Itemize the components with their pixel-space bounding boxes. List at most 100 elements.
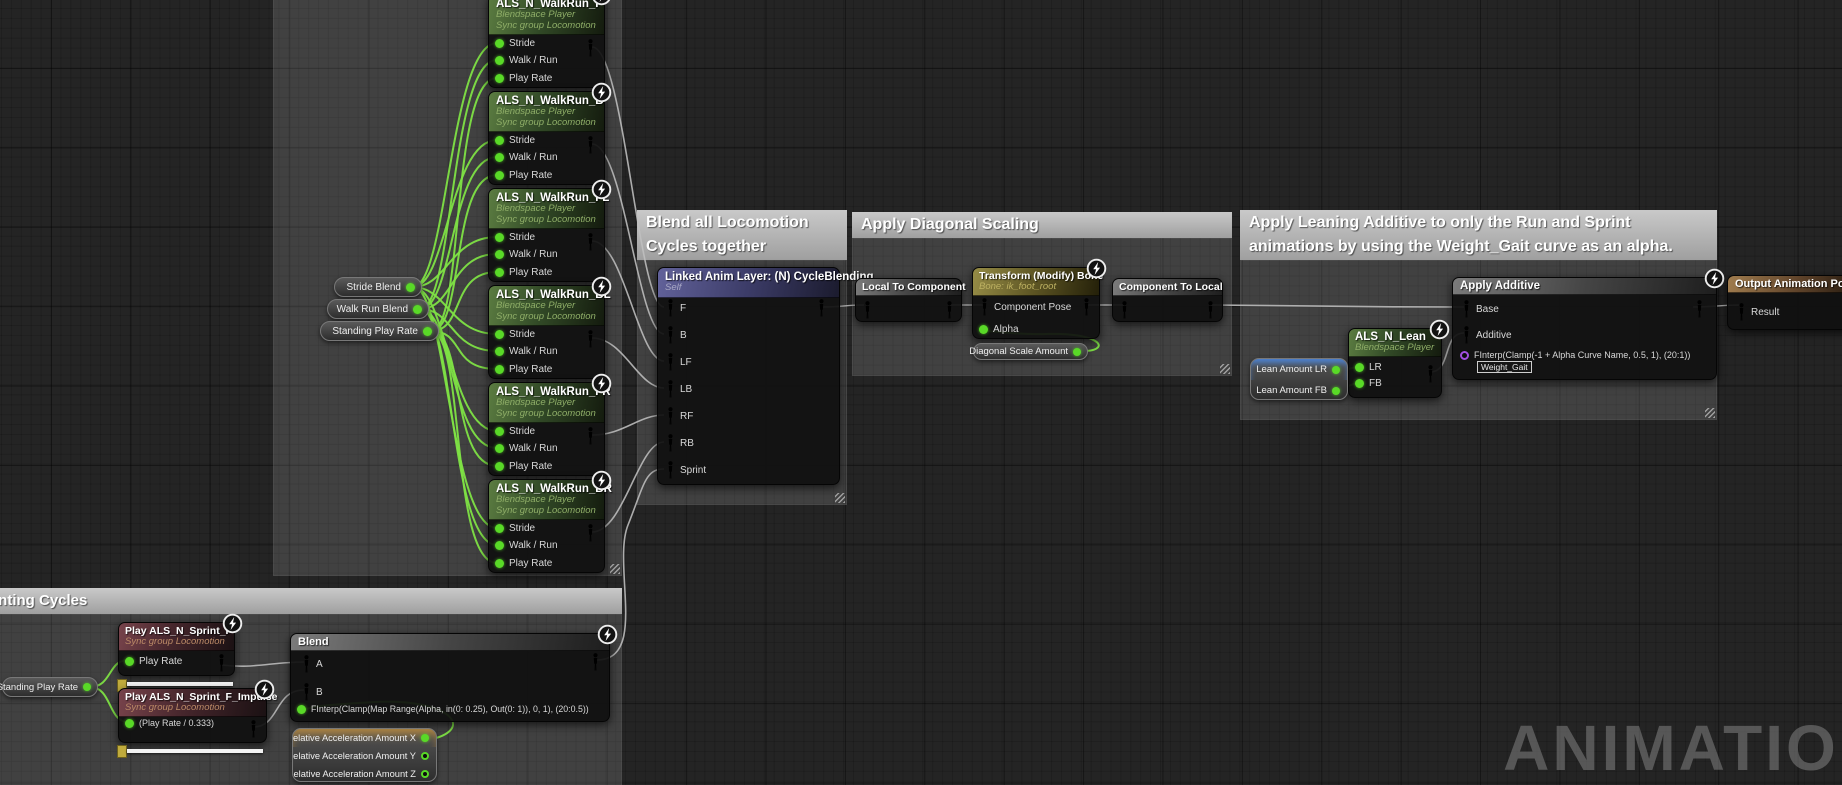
pose-output-pin[interactable] xyxy=(817,299,826,317)
node-play-als-n-sprint-f[interactable]: Play ALS_N_Sprint_F Sync group Locomotio… xyxy=(118,622,235,676)
output-pin[interactable] xyxy=(1332,366,1340,374)
component-pose-output-pin[interactable] xyxy=(945,301,954,319)
node-als-n-lean[interactable]: ALS_N_Lean Blendspace Player LR FB xyxy=(1348,328,1442,398)
variable-pill-diagonal-scale-amount[interactable]: Diagonal Scale Amount xyxy=(973,343,1088,360)
variable-pill-standing-play-rate[interactable]: Standing Play Rate xyxy=(320,321,439,341)
pose-output-pin[interactable] xyxy=(586,330,595,348)
node-output-animation-pose[interactable]: Output Animation Pose Result xyxy=(1727,275,1842,330)
walk-run-pin[interactable] xyxy=(495,541,504,550)
pose-input-pin[interactable] xyxy=(666,326,675,344)
stride-pin[interactable] xyxy=(495,136,504,145)
walk-run-pin[interactable] xyxy=(495,347,504,356)
stride-pin[interactable] xyxy=(495,524,504,533)
node-blend[interactable]: Blend A B FInterp(Clamp(Map Range(Alpha,… xyxy=(290,633,610,722)
comment-resize-handle[interactable] xyxy=(1220,364,1230,374)
stride-pin[interactable] xyxy=(495,233,504,242)
node-als-n-walkrun-br[interactable]: ALS_N_WalkRun_BR Blendspace Player Sync … xyxy=(488,479,605,573)
variable-pill-group-lean-amount[interactable]: Lean Amount LR Lean Amount FB xyxy=(1250,358,1348,400)
play-rate-pin[interactable] xyxy=(495,365,504,374)
node-als-n-walkrun-fl[interactable]: ALS_N_WalkRun_FL Blendspace Player Sync … xyxy=(488,188,605,282)
variable-pill-rel-accel-z[interactable]: Relative Acceleration Amount Z xyxy=(293,765,436,782)
comment-header-sprinting[interactable]: Sprinting Cycles xyxy=(0,588,622,614)
comment-resize-handle[interactable] xyxy=(610,564,620,574)
play-rate-pin[interactable] xyxy=(495,171,504,180)
variable-pill-standing-play-rate-bottom[interactable]: Standing Play Rate xyxy=(2,677,98,697)
play-rate-pin[interactable] xyxy=(125,657,134,666)
node-als-n-walkrun-b[interactable]: ALS_N_WalkRun_B Blendspace Player Sync g… xyxy=(488,91,605,185)
walk-run-pin[interactable] xyxy=(495,56,504,65)
node-component-to-local[interactable]: Component To Local xyxy=(1112,278,1223,322)
pose-input-pin-a[interactable] xyxy=(302,655,311,673)
pose-output-pin[interactable] xyxy=(1206,301,1215,319)
output-pin[interactable] xyxy=(421,734,429,742)
node-linked-anim-layer-cycleblending[interactable]: Linked Anim Layer: (N) CycleBlending Sel… xyxy=(657,267,840,485)
output-pin[interactable] xyxy=(421,770,429,778)
node-apply-additive[interactable]: Apply Additive Base Additive FInterp(Cla… xyxy=(1452,277,1717,380)
pose-output-pin[interactable] xyxy=(1426,365,1435,383)
stride-pin[interactable] xyxy=(495,427,504,436)
stride-pin[interactable] xyxy=(495,39,504,48)
alpha-pin[interactable] xyxy=(297,705,306,714)
pose-input-pin[interactable] xyxy=(666,299,675,317)
node-local-to-component[interactable]: Local To Component xyxy=(855,278,962,322)
pose-input-pin[interactable] xyxy=(1462,326,1471,344)
pose-input-pin[interactable] xyxy=(1462,300,1471,318)
pose-output-pin[interactable] xyxy=(586,233,595,251)
pose-input-pin[interactable] xyxy=(666,461,675,479)
play-rate-pin[interactable] xyxy=(125,719,134,728)
comment-header-blend-all[interactable]: Blend all Locomotion Cycles together xyxy=(637,210,847,260)
walk-run-pin[interactable] xyxy=(495,444,504,453)
node-als-n-walkrun-bl[interactable]: ALS_N_WalkRun_BL Blendspace Player Sync … xyxy=(488,285,605,379)
alpha-pin[interactable] xyxy=(979,325,988,334)
pose-input-pin[interactable] xyxy=(863,301,872,319)
alpha-curve-name-input[interactable]: Weight_Gait xyxy=(1477,361,1532,373)
pose-input-pin-b[interactable] xyxy=(302,683,311,701)
variable-pill-rel-accel-x[interactable]: Relative Acceleration Amount X xyxy=(293,729,436,747)
output-pin[interactable] xyxy=(83,683,91,691)
component-pose-input-pin[interactable] xyxy=(980,298,989,316)
fb-pin[interactable] xyxy=(1355,379,1364,388)
pose-output-pin[interactable] xyxy=(249,720,258,738)
output-pin[interactable] xyxy=(1332,387,1340,395)
variable-pill-lean-amount-lr[interactable]: Lean Amount LR xyxy=(1251,359,1347,380)
variable-pill-walk-run-blend[interactable]: Walk Run Blend xyxy=(327,299,429,319)
output-pin[interactable] xyxy=(1073,348,1081,356)
node-als-n-walkrun-fr[interactable]: ALS_N_WalkRun_FR Blendspace Player Sync … xyxy=(488,382,605,476)
component-pose-input-pin[interactable] xyxy=(1120,301,1129,319)
pose-input-pin[interactable] xyxy=(666,434,675,452)
stride-pin[interactable] xyxy=(495,330,504,339)
pose-output-pin[interactable] xyxy=(586,39,595,57)
component-pose-output-pin[interactable] xyxy=(1082,298,1091,316)
pose-input-pin[interactable] xyxy=(666,380,675,398)
variable-pill-group-relative-acceleration[interactable]: Relative Acceleration Amount X Relative … xyxy=(292,728,437,782)
animgraph-canvas[interactable]: ANIMATION Sprinting Cycles Blend all Loc… xyxy=(0,0,1842,785)
node-als-n-walkrun-f[interactable]: ALS_N_WalkRun_F Blendspace Player Sync g… xyxy=(488,0,605,88)
result-pose-input-pin[interactable] xyxy=(1737,303,1746,321)
pose-output-pin[interactable] xyxy=(1695,300,1704,318)
output-pin[interactable] xyxy=(413,305,422,314)
comment-resize-handle[interactable] xyxy=(1705,408,1715,418)
node-play-als-n-sprint-f-impulse[interactable]: Play ALS_N_Sprint_F_Impulse Sync group L… xyxy=(118,688,267,743)
variable-pill-lean-amount-fb[interactable]: Lean Amount FB xyxy=(1251,380,1347,400)
node-transform-modify-bone[interactable]: Transform (Modify) Bone Bone: ik_foot_ro… xyxy=(972,267,1100,339)
walk-run-pin[interactable] xyxy=(495,250,504,259)
pose-output-pin[interactable] xyxy=(586,524,595,542)
alpha-curve-pin[interactable] xyxy=(1460,351,1469,360)
play-rate-pin[interactable] xyxy=(495,559,504,568)
pose-input-pin[interactable] xyxy=(666,407,675,425)
variable-pill-rel-accel-y[interactable]: Relative Acceleration Amount Y xyxy=(293,747,436,765)
comment-header-leaning[interactable]: Apply Leaning Additive to only the Run a… xyxy=(1240,210,1717,260)
pose-output-pin[interactable] xyxy=(591,653,600,671)
pose-output-pin[interactable] xyxy=(586,136,595,154)
variable-pill-stride-blend[interactable]: Stride Blend xyxy=(334,277,422,297)
lr-pin[interactable] xyxy=(1355,363,1364,372)
walk-run-pin[interactable] xyxy=(495,153,504,162)
comment-header-diagonal[interactable]: Apply Diagonal Scaling xyxy=(852,212,1232,238)
play-rate-pin[interactable] xyxy=(495,268,504,277)
comment-resize-handle[interactable] xyxy=(835,493,845,503)
play-rate-pin[interactable] xyxy=(495,462,504,471)
pose-input-pin[interactable] xyxy=(666,353,675,371)
pose-output-pin[interactable] xyxy=(586,427,595,445)
pose-output-pin[interactable] xyxy=(217,654,226,672)
output-pin[interactable] xyxy=(421,752,429,760)
